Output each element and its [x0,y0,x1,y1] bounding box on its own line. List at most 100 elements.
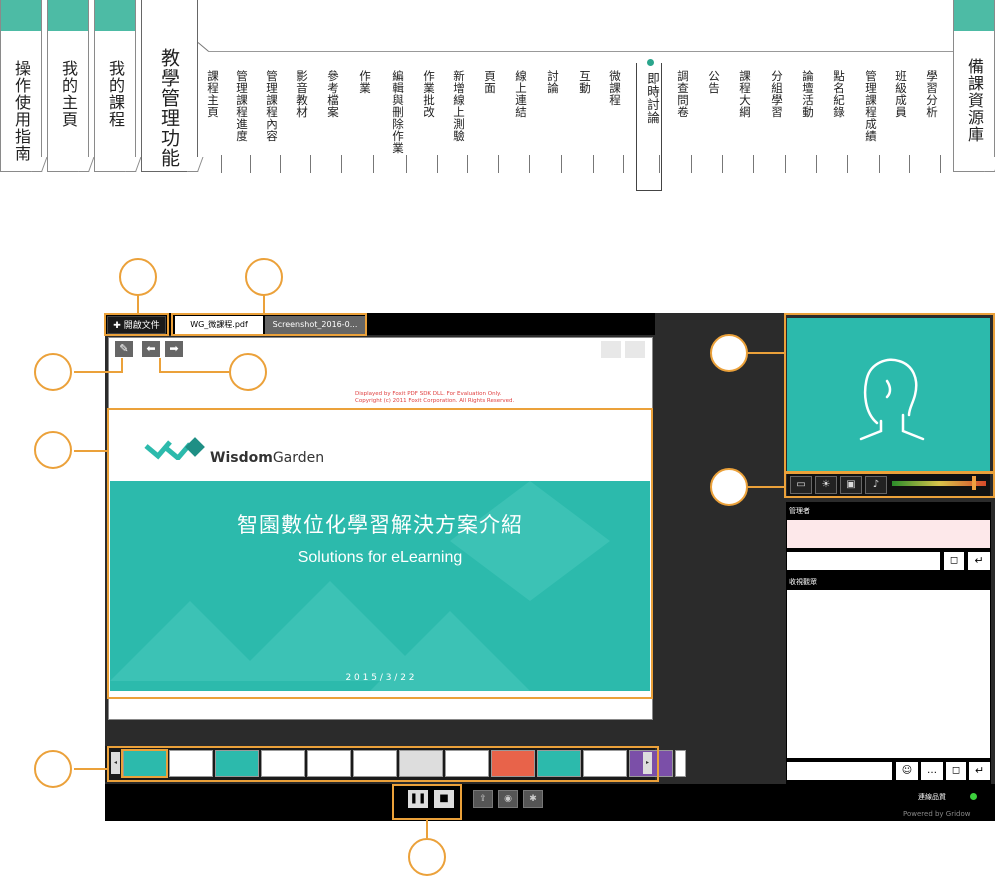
expand-icon[interactable]: ◻ [946,762,966,780]
highlight-open-doc [104,313,169,336]
callout-line [74,450,107,452]
viewer-chat-area [787,590,990,758]
callout-marker [119,258,157,296]
sub-nav-divider [467,155,468,173]
sub-nav-item[interactable]: 課程大綱 [737,70,753,118]
sub-nav-divider [623,155,624,173]
sub-nav-divider [310,155,311,173]
sub-nav-divider [373,155,374,173]
watermark-line: Copyright (c) 2011 Foxit Corporation. Al… [355,398,515,404]
sub-nav-item[interactable]: 討論 [545,70,561,94]
sub-nav-divider [691,155,692,173]
sub-nav-item[interactable]: 論壇活動 [800,70,816,118]
connection-quality-label: 連線品質 [918,793,946,801]
sub-nav-item[interactable]: 公告 [706,70,722,94]
callout-line [748,486,784,488]
sub-nav-item[interactable]: 管理課程進度 [234,70,250,142]
sub-nav-item[interactable]: 點名紀錄 [831,70,847,118]
sub-nav-item[interactable]: 影音教材 [294,70,310,118]
nav-tab-guide[interactable]: 操作使用指南 [0,0,42,172]
sub-nav-item[interactable]: 編輯與刪除作業 [390,70,406,154]
manager-label: 管理者 [789,507,810,515]
powered-by-label: Powered by Gridow [903,810,971,818]
send-icon[interactable]: ↵ [968,552,990,570]
prev-page-icon[interactable]: ⬅ [142,341,160,357]
nav-tab-my-home[interactable]: 我的主頁 [47,0,89,172]
sub-nav-item[interactable]: 參考檔案 [325,70,341,118]
sub-nav-item[interactable]: 作業 [357,70,373,94]
nav-divider [208,51,953,52]
nav-tab-resources[interactable]: 備課資源庫 [953,0,995,172]
settings-icon[interactable]: ✱ [523,790,543,808]
sub-nav-item[interactable]: 學習分析 [924,70,940,118]
chat-bubble-icon[interactable]: … [921,762,943,780]
sub-nav-divider [406,155,407,173]
sub-nav-divider [785,155,786,173]
nav-tab-label: 我的課程 [106,60,125,128]
sub-nav-item[interactable]: 線上連結 [513,70,529,118]
callout-marker [229,353,267,391]
sub-nav-divider [280,155,281,173]
sub-nav-item[interactable]: 班級成員 [893,70,909,118]
sub-nav-item[interactable]: 課程主頁 [205,70,221,118]
sub-nav-item[interactable]: 頁面 [482,70,498,94]
sub-nav-item[interactable]: 管理課程內容 [264,70,280,142]
zoom-out-icon[interactable] [601,341,621,358]
highlight-video-controls [784,472,995,498]
active-sub-indicator [636,63,662,191]
callout-line [426,820,428,838]
sub-nav-item[interactable]: 調查問卷 [675,70,691,118]
nav-tab-label: 備課資源庫 [965,58,984,143]
upload-icon[interactable]: ⇪ [473,790,493,808]
sub-nav-item[interactable]: 分組學習 [769,70,785,118]
expand-icon[interactable]: ◻ [944,552,964,570]
sub-nav-item[interactable]: 管理課程成績 [863,70,879,142]
sub-nav-item[interactable]: 互動 [577,70,593,94]
manager-message-area [787,520,990,548]
nav-tab-label: 我的主頁 [59,60,78,128]
slide-thumbnail[interactable] [675,750,686,777]
sub-nav-divider [437,155,438,173]
sub-nav-item[interactable]: 微課程 [607,70,623,106]
sub-nav-divider [847,155,848,173]
callout-marker [408,838,446,876]
sub-nav-divider [561,155,562,173]
sub-nav-divider [879,155,880,173]
nav-tab-teaching-management[interactable]: 教學管理功能 [141,0,198,172]
callout-line [159,371,229,373]
nav-tab-cap [954,0,994,31]
nav-tab-my-courses[interactable]: 我的課程 [94,0,136,172]
sub-nav-divider [909,155,910,173]
callout-line [137,295,139,313]
highlight-thumbnails [107,746,659,782]
sub-nav-item[interactable]: 作業批改 [421,70,437,118]
sub-nav-item[interactable]: 新增線上測驗 [451,70,467,142]
pdf-watermark: Displayed by Foxit PDF SDK DLL. For Eval… [355,391,514,405]
connection-status-icon [970,793,977,800]
callout-line [748,352,784,354]
sub-nav-divider [529,155,530,173]
highlight-video [784,313,995,473]
nav-tab-cap [1,0,41,31]
next-page-icon[interactable]: ➡ [165,341,183,357]
sub-nav-divider [722,155,723,173]
viewer-input[interactable] [787,762,892,780]
pen-icon[interactable]: ✎ [115,341,133,357]
send-icon[interactable]: ↵ [969,762,990,780]
sub-nav-divider [498,155,499,173]
broadcast-icon[interactable]: ◉ [498,790,518,808]
callout-marker [710,468,748,506]
callout-line [121,358,123,373]
viewer-label: 收視觀眾 [789,578,817,586]
sub-nav-divider [816,155,817,173]
callout-marker [710,334,748,372]
manager-input[interactable] [787,552,940,570]
nav-tab-cap [48,0,88,31]
nav-tab-label: 操作使用指南 [12,60,31,162]
zoom-in-icon[interactable] [625,341,645,358]
nav-tab-cap [95,0,135,31]
callout-line [74,371,122,373]
users-chat-icon[interactable]: ☺ [896,762,918,780]
callout-marker [34,431,72,469]
callout-line [263,295,265,313]
